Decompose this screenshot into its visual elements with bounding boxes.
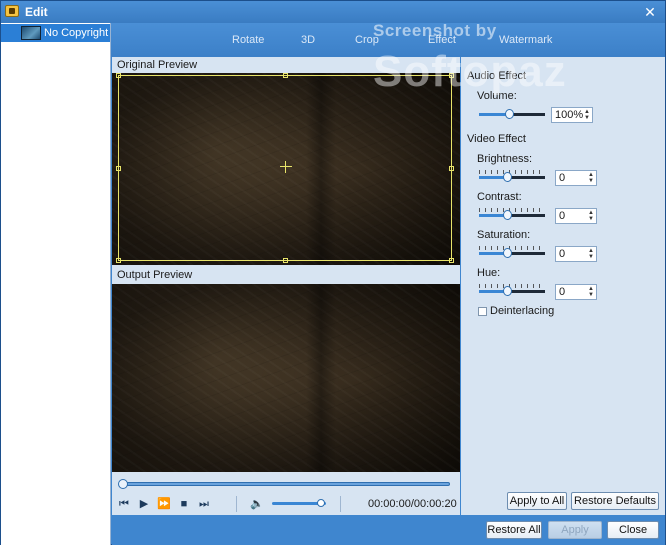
slider-ticks (479, 170, 545, 174)
control-divider (236, 496, 237, 512)
saturation-label: Saturation: (477, 229, 531, 241)
file-list-item[interactable]: No Copyright ... (1, 24, 110, 42)
crop-handle-top[interactable] (283, 73, 288, 78)
hue-label: Hue: (477, 267, 501, 279)
crop-handle-bottom-right[interactable] (449, 258, 454, 263)
stop-icon[interactable]: ■ (177, 497, 191, 511)
hue-spinbox[interactable]: 0 ▲ ▼ (555, 284, 597, 300)
seek-knob[interactable] (118, 479, 128, 489)
slider-knob[interactable] (503, 248, 512, 258)
apply-button[interactable]: Apply (548, 521, 602, 539)
playback-controls: ⏮ ▶ ⏩ ■ ⏭ 🔈 00:00:00/00:00:20 (112, 493, 460, 515)
hue-slider[interactable] (479, 284, 545, 297)
close-icon[interactable]: ✕ (641, 3, 659, 21)
slider-ticks (479, 208, 545, 212)
edit-window: Edit ✕ Rotate 3D Crop Effect Watermark N… (0, 0, 666, 545)
slider-ticks (479, 246, 545, 250)
restore-defaults-button[interactable]: Restore Defaults (571, 492, 659, 510)
deinterlacing-checkbox[interactable] (478, 307, 487, 316)
video-thumbnail (21, 26, 41, 40)
original-preview-video (112, 73, 460, 265)
crop-handle-top-left[interactable] (116, 73, 121, 78)
crop-handle-right[interactable] (449, 166, 454, 171)
slider-ticks (479, 284, 545, 288)
deinterlacing-label: Deinterlacing (490, 305, 555, 317)
watermark-line-2: Softopaz (373, 47, 567, 96)
volume-icon[interactable]: 🔈 (250, 497, 264, 511)
spin-arrows-icon[interactable]: ▲ ▼ (588, 210, 594, 222)
bottom-bar: Restore All Apply Close (112, 515, 665, 545)
crop-handle-bottom-left[interactable] (116, 258, 121, 263)
window-title: Edit (25, 5, 48, 19)
file-name: No Copyright ... (44, 27, 110, 39)
volume-value: 100% (555, 109, 584, 121)
title-bar: Edit ✕ (1, 1, 665, 23)
spin-arrows-icon[interactable]: ▲ ▼ (588, 286, 594, 298)
app-icon (5, 5, 19, 17)
file-list: No Copyright ... (1, 23, 111, 545)
spin-arrows-icon[interactable]: ▲ ▼ (588, 172, 594, 184)
contrast-label: Contrast: (477, 191, 522, 203)
timecode: 00:00:00/00:00:20 (368, 498, 457, 510)
output-preview-label: Output Preview (117, 269, 193, 281)
brightness-spinbox[interactable]: 0 ▲ ▼ (555, 170, 597, 186)
audio-volume-slider[interactable] (479, 108, 545, 120)
volume-slider-knob[interactable] (316, 499, 325, 507)
slider-knob[interactable] (503, 172, 512, 182)
spin-arrows-icon[interactable]: ▲ ▼ (588, 248, 594, 260)
effects-panel: Audio Effect Volume: 100% ▲ ▼ Video Effec… (461, 57, 665, 515)
tab-rotate[interactable]: Rotate (232, 34, 264, 46)
crop-handle-bottom[interactable] (283, 258, 288, 263)
crosshair-icon (280, 161, 292, 173)
tab-watermark[interactable]: Watermark (499, 34, 552, 46)
brightness-value: 0 (559, 172, 566, 184)
contrast-slider[interactable] (479, 208, 545, 221)
fast-forward-icon[interactable]: ⏩ (157, 497, 171, 511)
skip-back-icon[interactable]: ⏮ (117, 497, 131, 511)
volume-spinbox[interactable]: 100% ▲ ▼ (551, 107, 593, 123)
close-button[interactable]: Close (607, 521, 659, 539)
restore-all-button[interactable]: Restore All (486, 521, 542, 539)
output-preview-video (112, 284, 460, 472)
volume-slider[interactable] (272, 499, 326, 507)
crop-handle-left[interactable] (116, 166, 121, 171)
video-effect-title: Video Effect (467, 133, 526, 145)
slider-knob[interactable] (503, 286, 512, 296)
brightness-slider[interactable] (479, 170, 545, 183)
slider-knob[interactable] (503, 210, 512, 220)
control-divider (340, 496, 341, 512)
spin-arrows-icon[interactable]: ▲ ▼ (584, 109, 590, 121)
slider-knob[interactable] (504, 109, 514, 119)
hue-value: 0 (559, 286, 566, 298)
tab-3d[interactable]: 3D (301, 34, 315, 46)
play-icon[interactable]: ▶ (137, 497, 151, 511)
contrast-spinbox[interactable]: 0 ▲ ▼ (555, 208, 597, 224)
saturation-slider[interactable] (479, 246, 545, 259)
preview-panel: Original Preview Output Preview ⏮ ▶ ⏩ ■ (112, 57, 460, 515)
brightness-label: Brightness: (477, 153, 533, 165)
saturation-value: 0 (559, 248, 566, 260)
saturation-spinbox[interactable]: 0 ▲ ▼ (555, 246, 597, 262)
watermark-line-1: Screenshot by (373, 21, 497, 40)
apply-to-all-button[interactable]: Apply to All (507, 492, 567, 510)
contrast-value: 0 (559, 210, 566, 222)
seek-bar[interactable] (118, 479, 450, 489)
skip-forward-icon[interactable]: ⏭ (197, 497, 211, 511)
original-preview-label: Original Preview (117, 59, 198, 71)
